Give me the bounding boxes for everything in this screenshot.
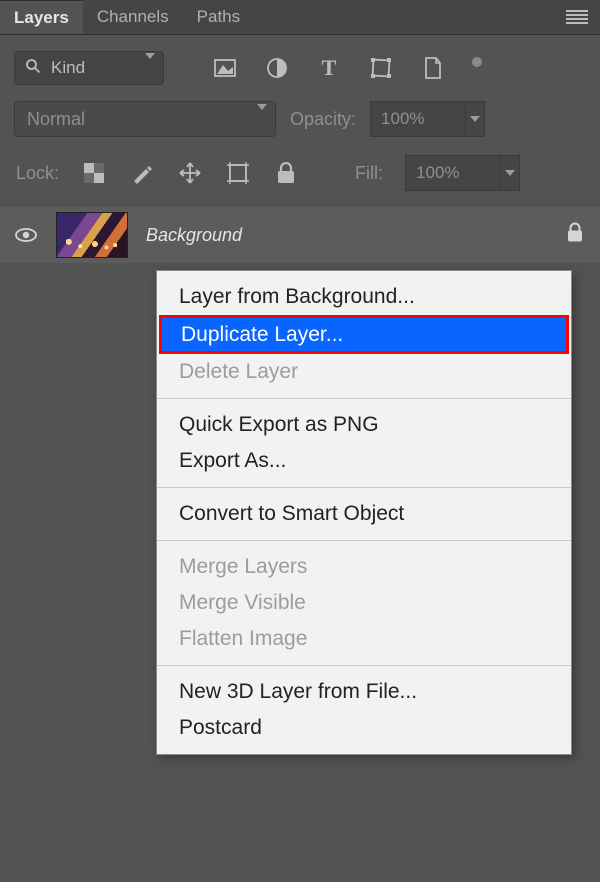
- menu-item[interactable]: Postcard: [157, 710, 571, 746]
- menu-item: Flatten Image: [157, 621, 571, 657]
- tab-channels[interactable]: Channels: [83, 0, 183, 34]
- menu-item[interactable]: New 3D Layer from File...: [157, 674, 571, 710]
- lock-artboard-icon[interactable]: [225, 160, 251, 186]
- layer-filter-bar: Kind T: [0, 35, 600, 101]
- menu-item[interactable]: Convert to Smart Object: [157, 496, 571, 532]
- opacity-label: Opacity:: [290, 109, 356, 130]
- lock-position-icon[interactable]: [177, 160, 203, 186]
- blend-mode-select[interactable]: Normal: [14, 101, 276, 137]
- panel-tabstrip: Layers Channels Paths: [0, 0, 600, 35]
- lock-all-icon[interactable]: [273, 160, 299, 186]
- filter-kind-label: Kind: [51, 58, 85, 78]
- lock-transparency-icon[interactable]: [81, 160, 107, 186]
- chevron-down-icon: [145, 59, 155, 77]
- lock-label: Lock:: [16, 163, 59, 184]
- menu-item[interactable]: Duplicate Layer...: [159, 315, 569, 354]
- filter-smartobject-icon[interactable]: [420, 55, 446, 81]
- menu-item: Merge Layers: [157, 549, 571, 585]
- filter-adjustment-icon[interactable]: [264, 55, 290, 81]
- menu-item[interactable]: Quick Export as PNG: [157, 407, 571, 443]
- search-icon: [25, 58, 41, 79]
- filter-shape-icon[interactable]: [368, 55, 394, 81]
- visibility-toggle[interactable]: [14, 227, 38, 243]
- filter-type-icon[interactable]: T: [316, 55, 342, 81]
- panel-menu-icon[interactable]: [566, 10, 588, 24]
- filter-toggle[interactable]: [472, 57, 482, 67]
- layers-panel: Layers Channels Paths Kind T: [0, 0, 600, 882]
- layer-lock-icon: [566, 223, 584, 248]
- lock-pixels-icon[interactable]: [129, 160, 155, 186]
- fill-input[interactable]: 100%: [405, 155, 501, 191]
- fill-slider-toggle[interactable]: [501, 155, 520, 191]
- layer-name[interactable]: Background: [146, 225, 242, 246]
- blend-mode-value: Normal: [27, 109, 85, 130]
- layer-thumbnail[interactable]: [56, 212, 128, 258]
- menu-item: Merge Visible: [157, 585, 571, 621]
- menu-item[interactable]: Export As...: [157, 443, 571, 479]
- tab-paths[interactable]: Paths: [183, 0, 254, 34]
- menu-item[interactable]: Layer from Background...: [157, 279, 571, 315]
- opacity-input[interactable]: 100%: [370, 101, 466, 137]
- filter-kind-select[interactable]: Kind: [14, 51, 164, 85]
- tab-layers[interactable]: Layers: [0, 0, 83, 34]
- layer-row-background[interactable]: Background: [0, 207, 600, 263]
- lock-row: Lock: Fill: 100%: [0, 155, 600, 207]
- opacity-slider-toggle[interactable]: [466, 101, 485, 137]
- menu-item: Delete Layer: [157, 354, 571, 390]
- fill-label: Fill:: [355, 163, 383, 184]
- layer-context-menu: Layer from Background...Duplicate Layer.…: [156, 270, 572, 755]
- blend-row: Normal Opacity: 100%: [0, 101, 600, 155]
- chevron-down-icon: [257, 110, 267, 128]
- filter-pixel-icon[interactable]: [212, 55, 238, 81]
